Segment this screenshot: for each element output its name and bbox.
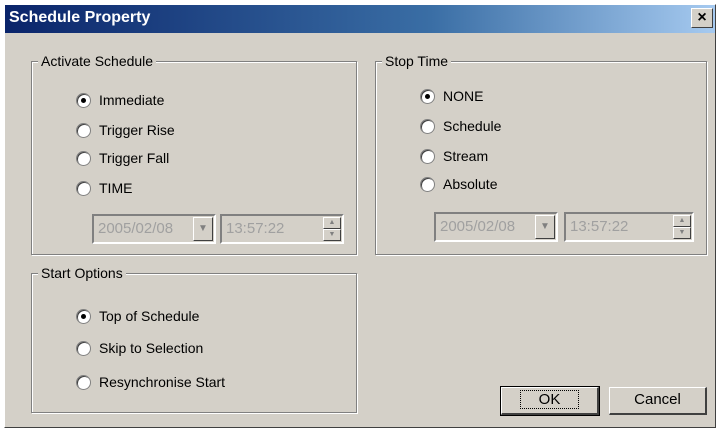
radio-absolute[interactable]: Absolute bbox=[420, 174, 497, 194]
radio-button[interactable] bbox=[76, 150, 91, 166]
chevron-down-icon[interactable]: ▼ bbox=[535, 215, 555, 239]
ok-button-label: OK bbox=[519, 390, 580, 409]
radio-button-checked[interactable] bbox=[420, 88, 435, 104]
time-spin-buttons[interactable]: ▲ ▼ bbox=[673, 215, 691, 239]
radio-trigger-fall[interactable]: Trigger Fall bbox=[76, 148, 169, 168]
radio-label: Skip to Selection bbox=[99, 340, 204, 356]
close-icon[interactable]: × bbox=[691, 8, 713, 28]
chevron-down-icon[interactable]: ▼ bbox=[193, 217, 213, 241]
time-value: 13:57:22 bbox=[226, 220, 285, 237]
date-value: 2005/02/08 bbox=[440, 218, 516, 235]
radio-button[interactable] bbox=[420, 176, 435, 192]
cancel-button-label: Cancel bbox=[634, 391, 681, 408]
ok-button[interactable]: OK bbox=[500, 386, 600, 416]
radio-resynchronise-start[interactable]: Resynchronise Start bbox=[76, 372, 225, 392]
radio-label: Trigger Fall bbox=[99, 150, 170, 166]
stop-time-legend: Stop Time bbox=[382, 52, 452, 70]
activate-schedule-group: Activate Schedule Immediate Trigger Rise… bbox=[31, 52, 357, 255]
radio-label: Immediate bbox=[99, 92, 165, 108]
radio-button[interactable] bbox=[76, 180, 91, 196]
radio-label: TIME bbox=[99, 180, 133, 196]
dialog-title: Schedule Property bbox=[9, 9, 151, 26]
radio-button[interactable] bbox=[76, 374, 91, 390]
radio-label: Absolute bbox=[443, 176, 498, 192]
radio-label: NONE bbox=[443, 88, 484, 104]
time-value: 13:57:22 bbox=[570, 218, 629, 235]
schedule-property-dialog: Schedule Property × Activate Schedule Im… bbox=[4, 4, 716, 428]
radio-button-checked[interactable] bbox=[76, 92, 91, 108]
radio-label: Top of Schedule bbox=[99, 308, 200, 324]
stop-time-spinner[interactable]: 13:57:22 ▲ ▼ bbox=[564, 212, 694, 242]
radio-button-checked[interactable] bbox=[76, 308, 91, 324]
radio-label: Schedule bbox=[443, 118, 502, 134]
spin-up-icon[interactable]: ▲ bbox=[673, 215, 691, 227]
time-spin-buttons[interactable]: ▲ ▼ bbox=[323, 217, 341, 241]
radio-button[interactable] bbox=[420, 118, 435, 134]
spin-up-icon[interactable]: ▲ bbox=[323, 217, 341, 229]
radio-schedule[interactable]: Schedule bbox=[420, 116, 501, 136]
radio-button[interactable] bbox=[76, 122, 91, 138]
radio-top-of-schedule[interactable]: Top of Schedule bbox=[76, 306, 199, 326]
radio-time[interactable]: TIME bbox=[76, 178, 132, 198]
date-value: 2005/02/08 bbox=[98, 220, 174, 237]
radio-stream[interactable]: Stream bbox=[420, 146, 488, 166]
stop-date-picker[interactable]: 2005/02/08 ▼ bbox=[434, 212, 558, 242]
radio-skip-to-selection[interactable]: Skip to Selection bbox=[76, 338, 203, 358]
radio-label: Trigger Rise bbox=[99, 122, 175, 138]
activate-schedule-legend: Activate Schedule bbox=[38, 52, 157, 70]
radio-trigger-rise[interactable]: Trigger Rise bbox=[76, 120, 175, 140]
radio-immediate[interactable]: Immediate bbox=[76, 90, 164, 110]
spin-down-icon[interactable]: ▼ bbox=[323, 229, 341, 241]
spin-down-icon[interactable]: ▼ bbox=[673, 227, 691, 239]
stop-time-group: Stop Time NONE Schedule Stream Absolute … bbox=[375, 52, 707, 255]
radio-button[interactable] bbox=[420, 148, 435, 164]
radio-label: Resynchronise Start bbox=[99, 374, 226, 390]
activate-date-picker[interactable]: 2005/02/08 ▼ bbox=[92, 214, 216, 244]
title-bar[interactable]: Schedule Property × bbox=[5, 5, 715, 33]
radio-button[interactable] bbox=[76, 340, 91, 356]
activate-time-spinner[interactable]: 13:57:22 ▲ ▼ bbox=[220, 214, 344, 244]
start-options-group: Start Options Top of Schedule Skip to Se… bbox=[31, 264, 357, 413]
radio-label: Stream bbox=[443, 148, 489, 164]
radio-none[interactable]: NONE bbox=[420, 86, 483, 106]
cancel-button[interactable]: Cancel bbox=[609, 387, 707, 415]
start-options-legend: Start Options bbox=[38, 264, 126, 282]
